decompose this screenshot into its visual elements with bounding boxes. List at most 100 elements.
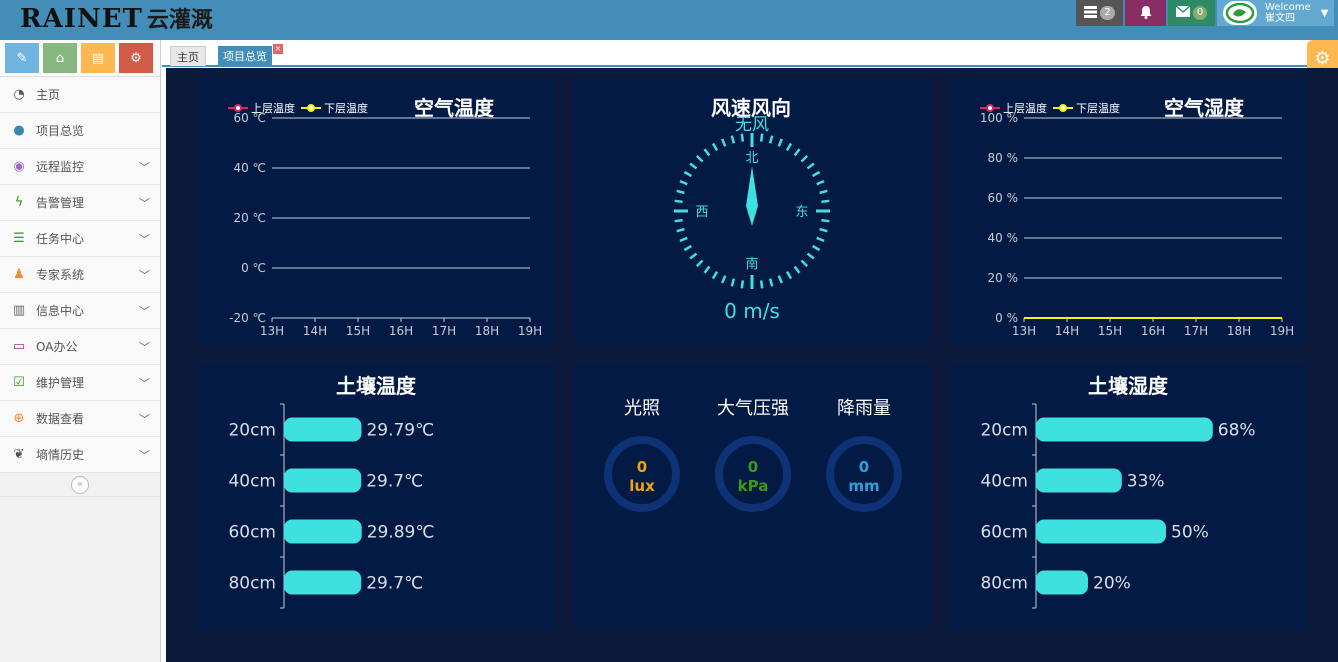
cogs-icon: ⚙: [130, 50, 142, 66]
brand-logo[interactable]: RAINET 云灌溉: [20, 2, 213, 34]
y-tick-label: -20 ℃: [229, 311, 266, 325]
chevron-down-icon: ﹀: [139, 413, 150, 426]
compass-tick: [821, 199, 830, 204]
sidebar-item-label: 维护管理: [36, 376, 85, 390]
category-label: 80cm: [980, 574, 1028, 594]
data-label: 29.79℃: [366, 421, 434, 441]
sidebar-item-tasks[interactable]: ☰ 任务中心 ﹀: [0, 221, 160, 257]
bar: [1036, 417, 1213, 442]
sidebar-item-moisture-history[interactable]: ❦ 墒情历史 ﹀: [0, 437, 160, 473]
compass-tick: [777, 275, 784, 284]
air-humidity-chart: 100 % 80 % 60 % 40 % 20 % 0 %13H 14H 15H 16H 17H 1…: [980, 111, 1294, 338]
compass-tick: [676, 227, 685, 233]
sidebar-item-info[interactable]: ▥ 信息中心 ﹀: [0, 293, 160, 329]
sidebar-item-overview[interactable]: ● 项目总览: [0, 113, 160, 149]
shortcut-pencil-button[interactable]: ✎: [5, 43, 39, 73]
shortcut-book-button[interactable]: ▤: [81, 43, 115, 73]
compass-tick: [676, 189, 685, 195]
compass-tick: [793, 148, 801, 157]
sidebar-item-alarms[interactable]: ϟ 告警管理 ﹀: [0, 185, 160, 221]
compass-tick: [711, 142, 719, 152]
sidebar-item-label: 远程监控: [36, 160, 85, 174]
gauge-title: 降雨量: [837, 398, 891, 419]
air-temperature-chart: 60 ℃ 40 ℃ 20 ℃ 0 ℃ -20 ℃13H 14H 15H 16H 17H 18H 19…: [229, 111, 542, 338]
compass-tick: [730, 278, 736, 287]
compass-tick: [703, 265, 711, 274]
x-tick-label: 18H: [1227, 324, 1251, 338]
air-temperature-panel: 上层温度 下层温度 空气温度 60 ℃ 40 ℃ 20 ℃ 0 ℃ -20 ℃ 13H 14…: [198, 78, 554, 344]
download-icon: ⊕: [13, 411, 25, 426]
shortcut-home-button[interactable]: ⌂: [43, 43, 77, 73]
compass-tick: [689, 162, 698, 170]
sidebar-item-experts[interactable]: ♟ 专家系统 ﹀: [0, 257, 160, 293]
y-tick-label: 20 ℃: [233, 211, 266, 225]
sidebar-item-home[interactable]: ◔ 主页: [0, 77, 160, 113]
book-icon: ▤: [91, 50, 105, 66]
chevron-down-icon: ﹀: [139, 269, 150, 282]
y-tick-label: 60 %: [988, 191, 1019, 205]
wind-speed-value: 0 m/s: [724, 299, 780, 323]
user-name: 崔文四: [1265, 13, 1295, 24]
gauge-unit: lux: [629, 477, 655, 495]
shortcut-settings-button[interactable]: ⚙: [119, 43, 153, 73]
envelope-icon: [1175, 5, 1191, 20]
user-menu[interactable]: Welcome 崔文四 ▼: [1217, 0, 1334, 26]
sidebar: ✎ ⌂ ▤ ⚙ ◔ 主页 ● 项目总览 ◉ 远程监控 ﹀ ϟ 告警管理 ﹀ ☰ …: [0, 40, 161, 662]
tab-home[interactable]: 主页: [170, 46, 206, 66]
y-tick-label: 0 %: [995, 311, 1018, 325]
x-tick-label: 15H: [346, 324, 370, 338]
sidebar-item-label: 任务中心: [36, 232, 85, 246]
tasks-badge: 2: [1100, 6, 1115, 20]
sidebar-item-label: 信息中心: [36, 304, 85, 318]
compass-tick: [683, 170, 693, 178]
sidebar-item-remote-monitor[interactable]: ◉ 远程监控 ﹀: [0, 149, 160, 185]
compass-tick: [821, 218, 830, 223]
dashboard-icon: ◔: [13, 87, 25, 102]
compass-tick: [793, 265, 801, 274]
messages-button[interactable]: 0: [1168, 0, 1215, 26]
y-tick-label: 100 %: [980, 111, 1018, 125]
category-label: 40cm: [228, 472, 276, 492]
compass-tick: [683, 244, 693, 252]
notifications-button[interactable]: [1125, 0, 1166, 26]
caret-down-icon: ▼: [1320, 7, 1329, 19]
logo-text-cn: 云灌溉: [146, 8, 213, 33]
sidebar-item-label: 墒情历史: [36, 448, 85, 462]
chevron-down-icon: ﹀: [139, 341, 150, 354]
compass-tick: [816, 236, 825, 243]
wind-compass: 无风 北 南 西 东 0 m/s: [674, 115, 830, 323]
air-humidity-panel: 上层温度 下层温度 空气湿度 100 % 80 % 60 % 40 % 20 % 0 % 1…: [950, 78, 1306, 344]
y-tick-label: 40 ℃: [233, 161, 266, 175]
compass-tick: [800, 259, 809, 268]
list-icon: [1084, 5, 1098, 21]
sidebar-item-data[interactable]: ⊕ 数据查看 ﹀: [0, 401, 160, 437]
tab-overview[interactable]: 项目总览: [218, 46, 272, 66]
compass-north-label: 北: [745, 151, 758, 166]
y-tick-label: 40 %: [988, 231, 1019, 245]
bar: [284, 519, 362, 544]
gauge-unit: mm: [848, 477, 879, 495]
y-tick-label: 0 ℃: [241, 261, 266, 275]
compass-tick: [679, 179, 688, 186]
collapse-sidebar-button[interactable]: «: [71, 475, 89, 494]
tasks-button[interactable]: 2: [1076, 0, 1123, 26]
compass-tick: [785, 270, 793, 280]
sidebar-item-maintenance[interactable]: ☑ 维护管理 ﹀: [0, 365, 160, 401]
compass-west-label: 西: [695, 205, 708, 220]
x-tick-label: 14H: [303, 324, 327, 338]
y-tick-label: 60 ℃: [233, 111, 266, 125]
user-info: Welcome 崔文四: [1265, 2, 1311, 24]
chevron-down-icon: ﹀: [139, 377, 150, 390]
close-tab-icon[interactable]: ×: [273, 44, 283, 54]
chevron-down-icon: ﹀: [139, 161, 150, 174]
data-label: 29.7℃: [366, 472, 423, 492]
soil-humidity-chart: 20cm 68% 40cm 33% 60cm 50% 80cm 20%: [980, 403, 1256, 609]
x-tick-label: 16H: [389, 324, 413, 338]
compass-tick: [679, 236, 688, 243]
compass-tick: [759, 280, 764, 289]
sidebar-item-oa[interactable]: ▭ OA办公 ﹀: [0, 329, 160, 365]
compass-tick: [819, 227, 828, 233]
data-label: 50%: [1171, 523, 1209, 543]
category-label: 80cm: [228, 574, 276, 594]
bar: [1036, 519, 1166, 544]
